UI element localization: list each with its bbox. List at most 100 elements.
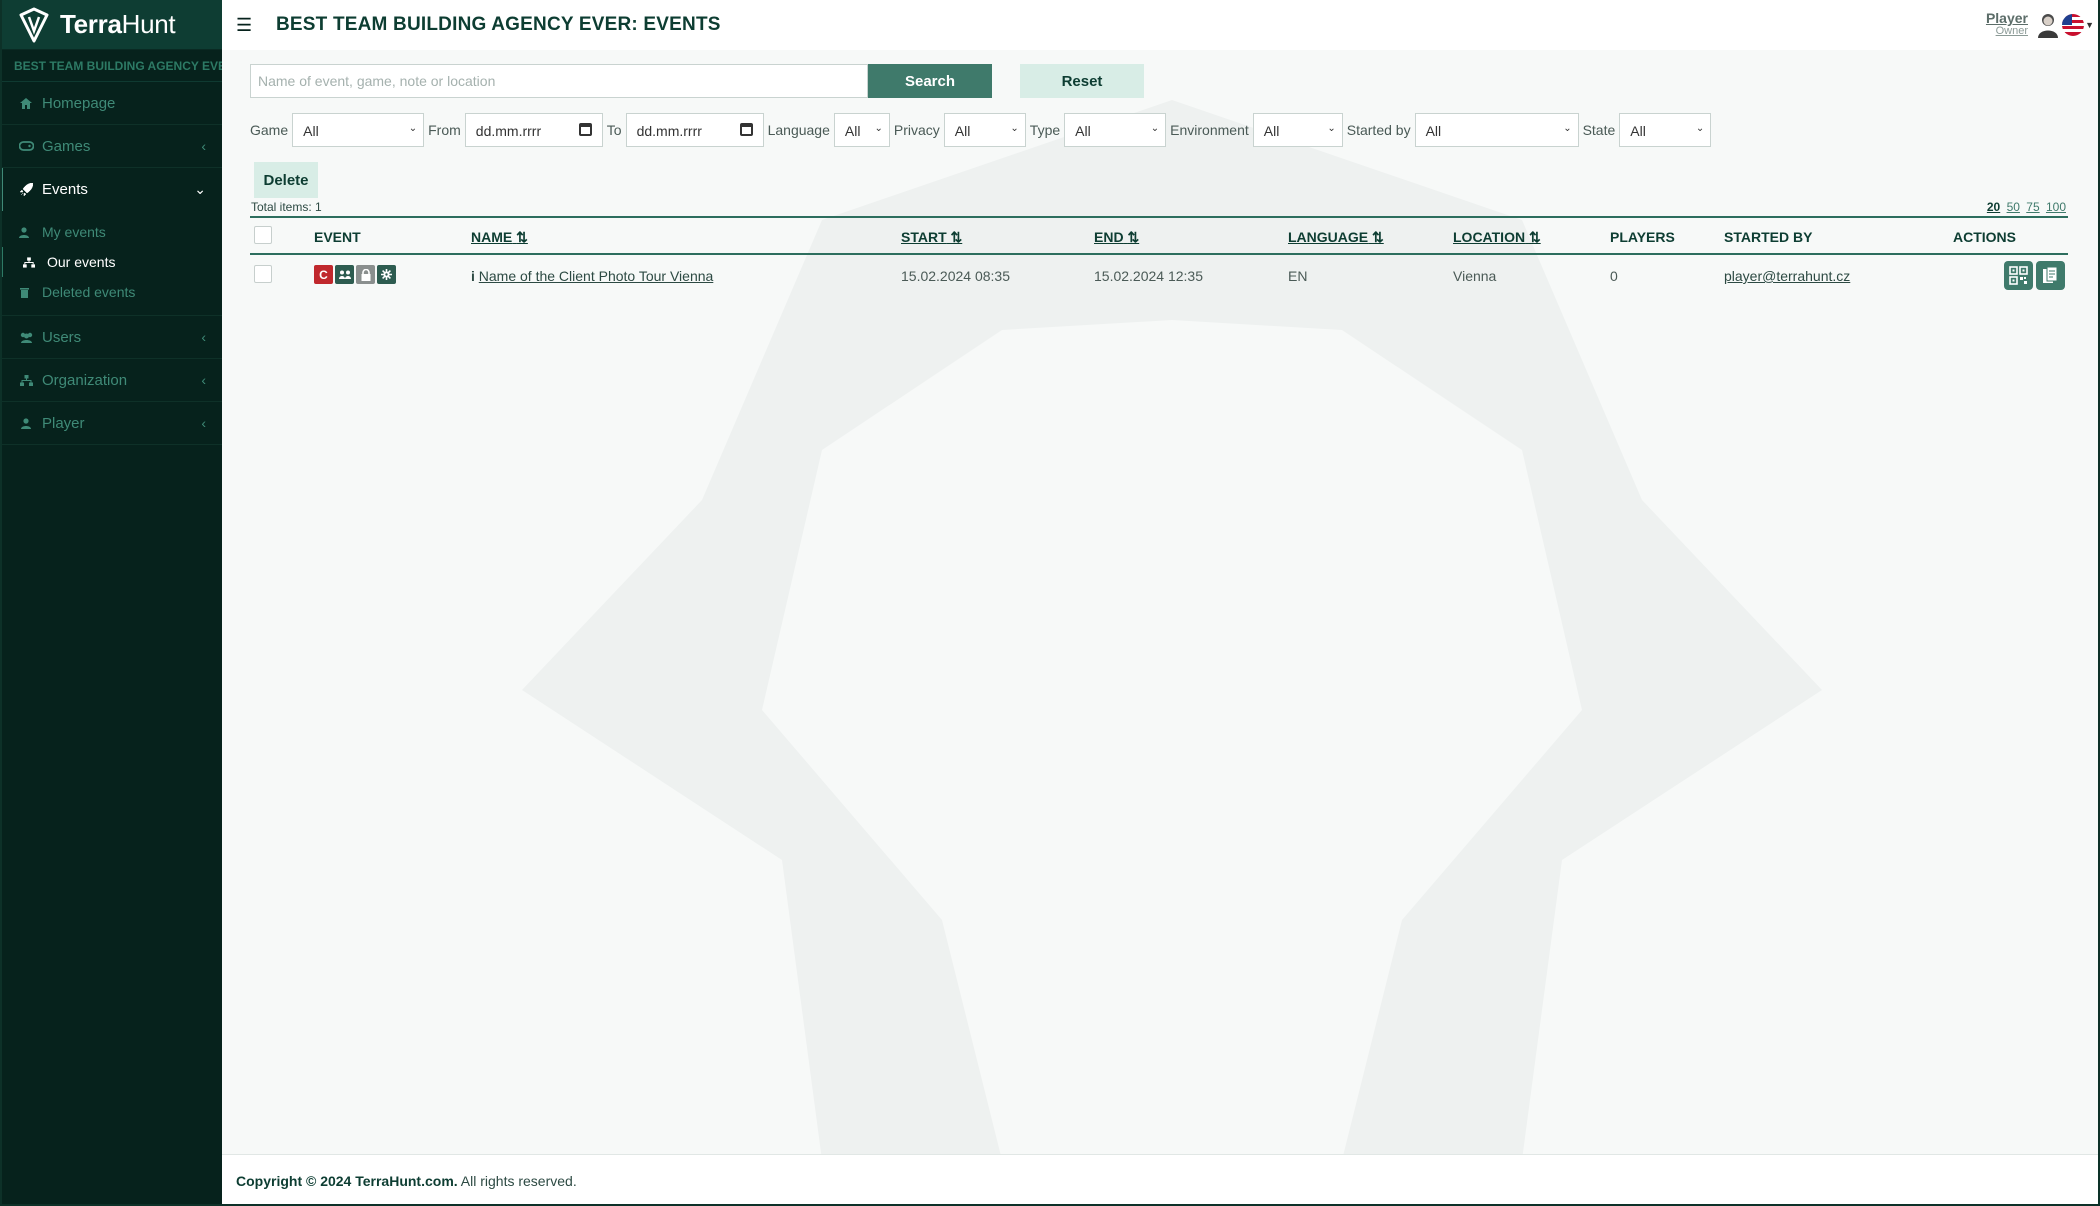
event-badges: C bbox=[314, 265, 398, 284]
sort-icon: ⇅ bbox=[950, 229, 963, 245]
started-by-link[interactable]: player@terrahunt.cz bbox=[1724, 268, 1850, 284]
page-size-option[interactable]: 20 bbox=[1987, 200, 2000, 214]
page-size-option[interactable]: 100 bbox=[2046, 200, 2066, 214]
table-row: C i Name of the Client Photo Tour Vienna… bbox=[250, 255, 2068, 297]
end-cell: 15.02.2024 12:35 bbox=[1094, 268, 1203, 284]
sidebar-item-organization[interactable]: Organization ‹ bbox=[0, 359, 222, 402]
language-flag-icon[interactable] bbox=[2062, 14, 2084, 36]
sort-icon: ⇅ bbox=[1127, 229, 1140, 245]
delete-button[interactable]: Delete bbox=[254, 162, 318, 198]
sidebar-item-label: Organization bbox=[42, 371, 128, 389]
filter-game-value: All bbox=[303, 123, 319, 139]
row-checkbox[interactable] bbox=[254, 265, 272, 283]
user-icon bbox=[18, 226, 30, 238]
filter-privacy-select[interactable]: All ⌄ bbox=[943, 113, 1026, 147]
sitemap-icon bbox=[18, 373, 34, 387]
sitemap-icon bbox=[23, 256, 35, 268]
sort-icon: ⇅ bbox=[1528, 229, 1541, 245]
sidebar-subitem-label: My events bbox=[42, 224, 106, 240]
sidebar-subitem-my-events[interactable]: My events bbox=[0, 217, 222, 247]
page-size-option[interactable]: 75 bbox=[2026, 200, 2039, 214]
sidebar-item-games[interactable]: Games ‹ bbox=[0, 125, 222, 168]
filter-language-select[interactable]: All ⌄ bbox=[833, 113, 890, 147]
footer-copyright: Copyright © 2024 TerraHunt.com. bbox=[236, 1173, 458, 1189]
user-name[interactable]: Player bbox=[1986, 10, 2028, 26]
user-role[interactable]: Owner bbox=[1986, 25, 2028, 37]
sidebar-item-events[interactable]: Events ⌄ bbox=[0, 168, 222, 211]
language-cell: EN bbox=[1288, 268, 1308, 284]
search-button[interactable]: Search bbox=[868, 64, 992, 98]
filter-from-value: dd.mm.rrrr bbox=[475, 123, 542, 139]
chevron-down-icon: ⌄ bbox=[1563, 123, 1572, 134]
qr-code-button[interactable] bbox=[2004, 261, 2033, 290]
chevron-left-icon: ‹ bbox=[201, 415, 206, 431]
sidebar-subitem-our-events[interactable]: Our events bbox=[0, 247, 222, 277]
sidebar-item-users[interactable]: Users ‹ bbox=[0, 316, 222, 359]
page-title: BEST TEAM BUILDING AGENCY EVER: EVENTS bbox=[276, 14, 721, 35]
filter-to-label: To bbox=[606, 122, 622, 138]
search-input[interactable] bbox=[250, 64, 868, 98]
footer: Copyright © 2024 TerraHunt.com. All righ… bbox=[222, 1154, 2098, 1206]
chevron-left-icon: ‹ bbox=[201, 372, 206, 388]
user-icon bbox=[18, 416, 34, 430]
filter-environment-value: All bbox=[1263, 123, 1280, 139]
filter-state-select[interactable]: All ⌄ bbox=[1619, 113, 1712, 147]
column-header-players: PLAYERS bbox=[1610, 229, 1675, 245]
copy-icon bbox=[2043, 266, 2058, 283]
lock-icon bbox=[356, 265, 375, 284]
top-header: ☰ BEST TEAM BUILDING AGENCY EVER: EVENTS… bbox=[222, 0, 2098, 50]
column-header-name[interactable]: NAME ⇅ bbox=[471, 229, 528, 246]
filter-from-date[interactable]: dd.mm.rrrr bbox=[464, 113, 603, 147]
sidebar-item-label: Events bbox=[42, 181, 88, 198]
total-items: Total items: 1 bbox=[251, 200, 322, 214]
info-icon[interactable]: i bbox=[471, 268, 475, 284]
sidebar-subitem-label: Deleted events bbox=[42, 284, 136, 300]
caret-down-icon[interactable]: ▼ bbox=[2085, 20, 2094, 30]
sidebar: TerraHunt BEST TEAM BUILDING AGENCY EVER… bbox=[0, 0, 222, 1206]
filter-type-value: All bbox=[1075, 123, 1091, 139]
menu-toggle-icon[interactable]: ☰ bbox=[236, 15, 256, 36]
user-menu[interactable]: Player Owner bbox=[1986, 10, 2028, 37]
event-name-link[interactable]: Name of the Client Photo Tour Vienna bbox=[479, 268, 714, 284]
events-table: EVENT NAME ⇅ START ⇅ END ⇅ LANGUAGE ⇅ LO… bbox=[250, 216, 2068, 297]
filter-from-label: From bbox=[428, 122, 461, 138]
column-header-started-by: STARTED BY bbox=[1724, 229, 1813, 245]
column-header-start[interactable]: START ⇅ bbox=[901, 229, 962, 246]
events-submenu: My events Our events Deleted events bbox=[0, 211, 222, 316]
sidebar-item-player[interactable]: Player ‹ bbox=[0, 402, 222, 445]
chevron-down-icon: ⌄ bbox=[874, 123, 883, 134]
filter-type-select[interactable]: All ⌄ bbox=[1064, 113, 1167, 147]
column-header-end[interactable]: END ⇅ bbox=[1094, 229, 1139, 246]
chevron-down-icon: ⌄ bbox=[1010, 123, 1019, 134]
reset-button[interactable]: Reset bbox=[1020, 64, 1144, 98]
sidebar-subitem-deleted-events[interactable]: Deleted events bbox=[0, 277, 222, 307]
event-name-cell: i Name of the Client Photo Tour Vienna bbox=[471, 268, 713, 284]
copy-button[interactable] bbox=[2036, 261, 2065, 290]
column-header-language[interactable]: LANGUAGE ⇅ bbox=[1288, 229, 1384, 246]
sidebar-subitem-label: Our events bbox=[47, 254, 116, 270]
filter-privacy-label: Privacy bbox=[893, 122, 940, 138]
sort-icon: ⇅ bbox=[516, 229, 528, 245]
table-header: EVENT NAME ⇅ START ⇅ END ⇅ LANGUAGE ⇅ LO… bbox=[250, 216, 2068, 255]
filter-privacy-value: All bbox=[954, 123, 971, 139]
qr-code-icon bbox=[2009, 266, 2028, 285]
column-header-location[interactable]: LOCATION ⇅ bbox=[1453, 229, 1541, 246]
select-all-checkbox[interactable] bbox=[254, 226, 272, 244]
footer-rights: All rights reserved. bbox=[460, 1173, 577, 1189]
column-header-actions: ACTIONS bbox=[1953, 229, 2016, 245]
chevron-down-icon: ⌄ bbox=[1695, 123, 1705, 134]
sidebar-item-homepage[interactable]: Homepage bbox=[0, 82, 222, 125]
filter-bar: Game All ⌄ From dd.mm.rrrr To dd.mm.rrrr… bbox=[250, 113, 1715, 147]
filter-to-date[interactable]: dd.mm.rrrr bbox=[625, 113, 764, 147]
main-content: Search Reset Game All ⌄ From dd.mm.rrrr … bbox=[222, 50, 2098, 1160]
chevron-left-icon: ‹ bbox=[201, 138, 206, 154]
chevron-down-icon: ⌄ bbox=[1150, 123, 1160, 134]
avatar[interactable] bbox=[2036, 12, 2060, 38]
brand[interactable]: TerraHunt bbox=[0, 0, 222, 50]
filter-started-by-select[interactable]: All ⌄ bbox=[1414, 113, 1579, 147]
players-cell: 0 bbox=[1610, 268, 1618, 284]
page-size-option[interactable]: 50 bbox=[2007, 200, 2020, 214]
filter-game-select[interactable]: All ⌄ bbox=[292, 113, 425, 147]
filter-environment-select[interactable]: All ⌄ bbox=[1252, 113, 1343, 147]
trash-icon bbox=[18, 287, 30, 298]
